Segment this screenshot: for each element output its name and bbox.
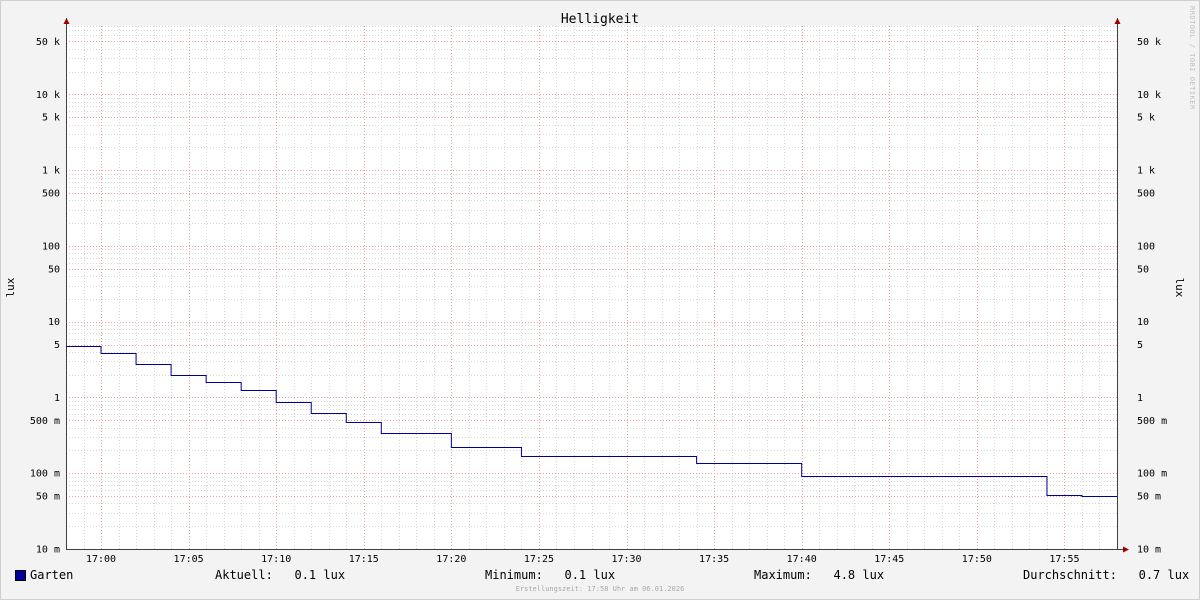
- y-axis-arrow-right: [1114, 18, 1121, 24]
- legend-swatch-garten: [15, 570, 26, 581]
- x-axis-arrow: [1123, 546, 1129, 553]
- y-tick-label-left: 100 m: [30, 469, 60, 480]
- legend-maximum: Maximum: 4.8 lux: [754, 568, 884, 582]
- x-tick-label: 17:20: [436, 554, 466, 565]
- x-tick-label: 17:25: [524, 554, 554, 565]
- brightness-chart: 10 m 10 m 50 m 50 m 100 m 100 m 500 m 500 m 1 1 5 5…: [4, 12, 1186, 565]
- x-tick-label: 17:50: [962, 554, 992, 565]
- y-tick-label-left: 5 k: [42, 113, 60, 124]
- legend-minimum-label: Minimum:: [485, 568, 543, 582]
- y-tick-label-right: 50: [1137, 264, 1149, 275]
- y-tick-label-right: 1: [1137, 393, 1143, 404]
- legend-aktuell-label: Aktuell:: [215, 568, 273, 582]
- x-tick-label: 17:00: [86, 554, 116, 565]
- x-tick-label: 17:35: [699, 554, 729, 565]
- y-tick-label-right: 100: [1137, 241, 1155, 252]
- y-tick-label-left: 10 m: [36, 545, 60, 556]
- x-tick-label: 17:10: [261, 554, 291, 565]
- legend-minimum-value: 0.1 lux: [564, 568, 616, 582]
- creation-timestamp: Erstellungszeit: 17:58 Uhr am 06.01.2026: [515, 585, 685, 593]
- y-tick-label-left: 50: [48, 264, 60, 275]
- y-tick-label-right: 10 m: [1137, 545, 1161, 556]
- legend-durchschnitt: Durchschnitt: 0.7 lux: [1023, 568, 1189, 582]
- legend-durchschnitt-label: Durchschnitt:: [1023, 568, 1117, 582]
- x-tick-label: 17:40: [787, 554, 817, 565]
- x-tick-label: 17:05: [174, 554, 204, 565]
- legend-maximum-label: Maximum:: [754, 568, 812, 582]
- rrdtool-watermark: RRDTOOL / TOBI OETIKER: [1188, 6, 1196, 110]
- y-tick-label-right: 500 m: [1137, 416, 1167, 427]
- legend-minimum: Minimum: 0.1 lux: [485, 568, 615, 582]
- y-tick-label-left: 5: [54, 340, 60, 351]
- y-axis-label-left: lux: [4, 277, 17, 297]
- y-tick-label-left: 1: [54, 393, 60, 404]
- y-tick-label-left: 500: [42, 188, 60, 199]
- x-tick-label: 17:45: [874, 554, 904, 565]
- y-tick-label-right: 100 m: [1137, 469, 1167, 480]
- legend-aktuell-value: 0.1 lux: [294, 568, 346, 582]
- y-tick-label-left: 500 m: [30, 416, 60, 427]
- y-tick-label-left: 50 m: [36, 492, 60, 503]
- legend-series-name: Garten: [30, 568, 74, 582]
- x-tick-label: 17:55: [1049, 554, 1079, 565]
- y-tick-label-left: 100: [42, 241, 60, 252]
- y-tick-label-left: 50 k: [36, 37, 60, 48]
- y-tick-label-right: 50 k: [1137, 37, 1161, 48]
- legend-maximum-value: 4.8 lux: [833, 568, 885, 582]
- legend-aktuell: Aktuell: 0.1 lux: [215, 568, 345, 582]
- chart-title: Helligkeit: [561, 12, 639, 27]
- y-tick-label-right: 1 k: [1137, 166, 1155, 177]
- legend-durchschnitt-value: 0.7 lux: [1138, 568, 1190, 582]
- y-tick-label-left: 10 k: [36, 90, 60, 101]
- y-axis-arrow-left: [63, 18, 70, 24]
- y-tick-label-left: 10: [48, 317, 60, 328]
- y-tick-label-right: 10: [1137, 317, 1149, 328]
- y-tick-label-right: 50 m: [1137, 492, 1161, 503]
- y-tick-label-right: 5: [1137, 340, 1143, 351]
- y-tick-label-right: 10 k: [1137, 90, 1161, 101]
- y-tick-label-left: 1 k: [42, 166, 60, 177]
- y-axis-label-right: lux: [1173, 278, 1186, 298]
- x-tick-label: 17:30: [611, 554, 641, 565]
- y-tick-label-right: 5 k: [1137, 113, 1155, 124]
- y-tick-label-right: 500: [1137, 188, 1155, 199]
- x-tick-label: 17:15: [349, 554, 379, 565]
